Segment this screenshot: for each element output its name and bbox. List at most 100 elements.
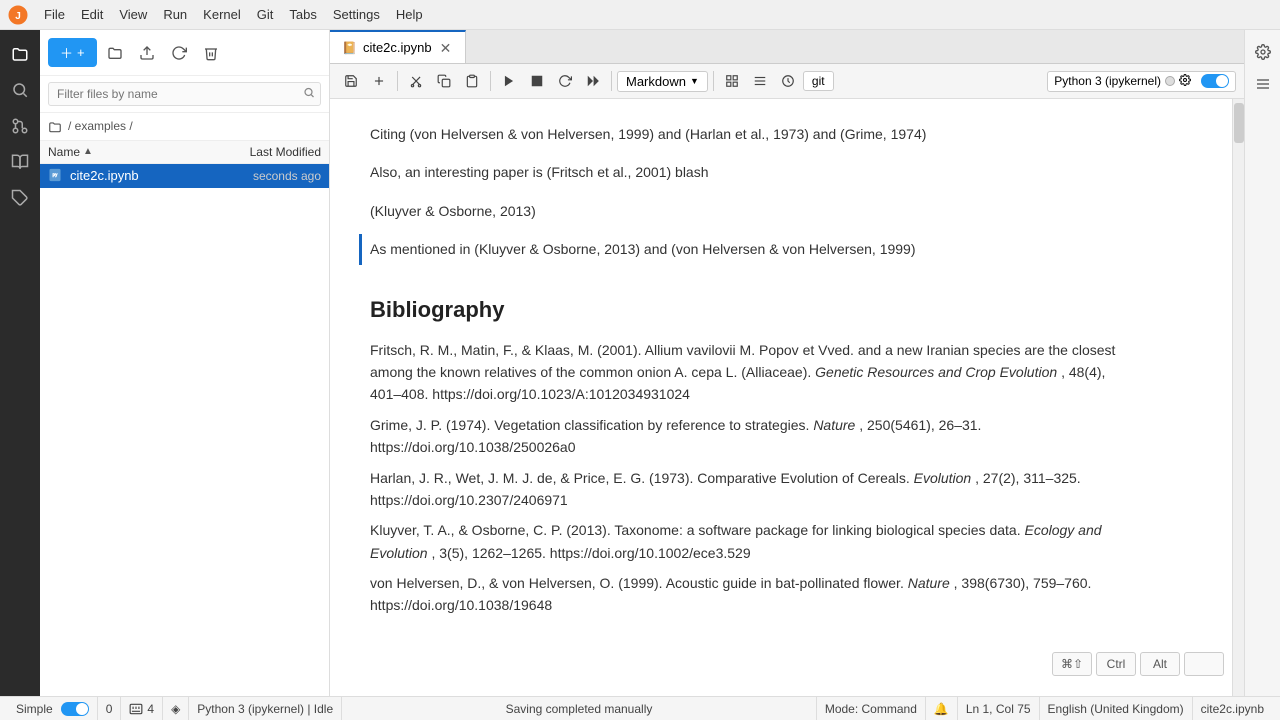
tab-notebook-icon: 📔 (342, 41, 357, 55)
menu-file[interactable]: File (36, 5, 73, 24)
sidebar-item-book[interactable] (4, 146, 36, 178)
modified-column-header[interactable]: Last Modified (250, 145, 321, 159)
bib-3-plain: Harlan, J. R., Wet, J. M. J. de, & Price… (370, 470, 910, 486)
tab-cite2c[interactable]: 📔 cite2c.ipynb ✕ (330, 30, 466, 63)
bibliography-section[interactable]: Bibliography Fritsch, R. M., Matin, F., … (370, 273, 1204, 629)
simple-toggle[interactable] (1201, 74, 1229, 88)
run-button[interactable] (496, 68, 522, 94)
fastforward-button[interactable] (580, 68, 606, 94)
gear-icon (1179, 74, 1191, 89)
cell-3[interactable]: (Kluyver & Osborne, 2013) (370, 196, 1204, 226)
cell-1-text: Citing (von Helversen & von Helversen, 1… (370, 123, 1130, 145)
bib-entry-5: von Helversen, D., & von Helversen, O. (… (370, 572, 1130, 617)
property-inspector-icon[interactable] (1249, 38, 1277, 66)
kernel-label: Python 3 (ipykernel) (1054, 74, 1161, 88)
simple-mode-toggle[interactable] (61, 702, 89, 716)
status-bar: Simple 0 4 ◈ Python 3 (ipykernel) | Idle… (0, 696, 1280, 720)
bell-icon: 🔔 (934, 702, 949, 716)
toc-sidebar-icon[interactable] (1249, 70, 1277, 98)
shortcut-icon (129, 702, 143, 716)
copy-button[interactable] (431, 68, 457, 94)
hint-alt: Alt (1140, 652, 1180, 676)
scrollbar[interactable] (1232, 99, 1244, 696)
cut-button[interactable] (403, 68, 429, 94)
sidebar-item-folder[interactable] (4, 38, 36, 70)
bell-item: 🔔 (926, 697, 958, 720)
menu-view[interactable]: View (111, 5, 155, 24)
menu-bar: J File Edit View Run Kernel Git Tabs Set… (0, 0, 1280, 30)
tab-bar: 📔 cite2c.ipynb ✕ (330, 30, 1244, 64)
git-button[interactable]: git (803, 71, 834, 91)
sidebar-item-git[interactable] (4, 110, 36, 142)
file-item-cite2c[interactable]: py cite2c.ipynb seconds ago (40, 164, 329, 188)
paste-button[interactable] (459, 68, 485, 94)
cell-4[interactable]: As mentioned in (Kluyver & Osborne, 2013… (359, 234, 1204, 264)
menu-tabs[interactable]: Tabs (281, 5, 324, 24)
cell-1[interactable]: Citing (von Helversen & von Helversen, 1… (370, 119, 1204, 149)
zero-status: 0 (98, 697, 122, 720)
cell-tools-button[interactable] (719, 68, 745, 94)
sort-arrow-icon: ▲ (83, 146, 93, 157)
add-cell-button[interactable] (366, 68, 392, 94)
hint-shortcut-1: ⌘⇧ (1052, 652, 1092, 676)
svg-text:J: J (15, 11, 21, 22)
stop-button[interactable] (524, 68, 550, 94)
bib-entry-3: Harlan, J. R., Wet, J. M. J. de, & Price… (370, 467, 1130, 512)
breadcrumb: / examples / (40, 113, 329, 141)
toolbar-divider-2 (490, 71, 491, 91)
tab-label: cite2c.ipynb (363, 40, 432, 55)
sidebar-item-extensions[interactable] (4, 182, 36, 214)
open-folder-button[interactable] (101, 39, 129, 67)
clock-button[interactable] (775, 68, 801, 94)
hint-ctrl: Ctrl (1096, 652, 1136, 676)
simple-label: Simple (16, 702, 53, 716)
mode-status: Mode: Command (817, 697, 926, 720)
menu-run[interactable]: Run (155, 5, 195, 24)
cell-type-selector[interactable]: Markdown ▼ (617, 71, 708, 92)
breadcrumb-path: / examples / (68, 119, 133, 133)
plus-icon: ＋ (60, 43, 73, 62)
position-status: Ln 1, Col 75 (958, 697, 1040, 720)
toolbar-divider-3 (611, 71, 612, 91)
bib-4-plain: Kluyver, T. A., & Osborne, C. P. (2013).… (370, 522, 1021, 538)
sidebar-item-search[interactable] (4, 74, 36, 106)
simple-mode-item: Simple (8, 697, 98, 720)
refresh-button[interactable] (165, 39, 193, 67)
toc-button[interactable] (747, 68, 773, 94)
bib-2-italic: Nature (813, 417, 855, 433)
new-button[interactable]: ＋ + (48, 38, 97, 67)
keyboard-hints: ⌘⇧ Ctrl Alt (1052, 652, 1224, 676)
menu-edit[interactable]: Edit (73, 5, 111, 24)
notebook-icon: py (48, 168, 64, 184)
menu-git[interactable]: Git (249, 5, 282, 24)
restart-button[interactable] (552, 68, 578, 94)
cell-2[interactable]: Also, an interesting paper is (Fritsch e… (370, 157, 1204, 187)
menu-kernel[interactable]: Kernel (195, 5, 249, 24)
kernel-status-indicator (1165, 76, 1175, 86)
cell-3-text: (Kluyver & Osborne, 2013) (370, 200, 1130, 222)
file-list: py cite2c.ipynb seconds ago (40, 164, 329, 696)
file-modified: seconds ago (253, 169, 321, 183)
search-container (40, 76, 329, 113)
clear-button[interactable] (197, 39, 225, 67)
menu-help[interactable]: Help (388, 5, 431, 24)
file-name: cite2c.ipynb (70, 168, 253, 183)
left-icon-sidebar (0, 30, 40, 696)
scrollbar-thumb[interactable] (1234, 103, 1244, 143)
chevron-down-icon: ▼ (690, 76, 699, 86)
menu-settings[interactable]: Settings (325, 5, 388, 24)
upload-button[interactable] (133, 39, 161, 67)
cell-4-text: As mentioned in (Kluyver & Osborne, 2013… (370, 238, 1130, 260)
save-button[interactable] (338, 68, 364, 94)
tab-close-button[interactable]: ✕ (438, 41, 454, 55)
file-panel: ＋ + (40, 30, 330, 696)
bib-5-plain: von Helversen, D., & von Helversen, O. (… (370, 575, 904, 591)
share-item: ◈ (163, 697, 189, 720)
folder-icon (48, 119, 66, 134)
search-input[interactable] (48, 82, 321, 106)
kernel-selector[interactable]: Python 3 (ipykernel) (1047, 71, 1236, 92)
hint-key (1184, 652, 1224, 676)
svg-text:py: py (53, 172, 58, 177)
name-column-header[interactable]: Name ▲ (48, 145, 250, 159)
notebook-content: Citing (von Helversen & von Helversen, 1… (330, 99, 1244, 696)
